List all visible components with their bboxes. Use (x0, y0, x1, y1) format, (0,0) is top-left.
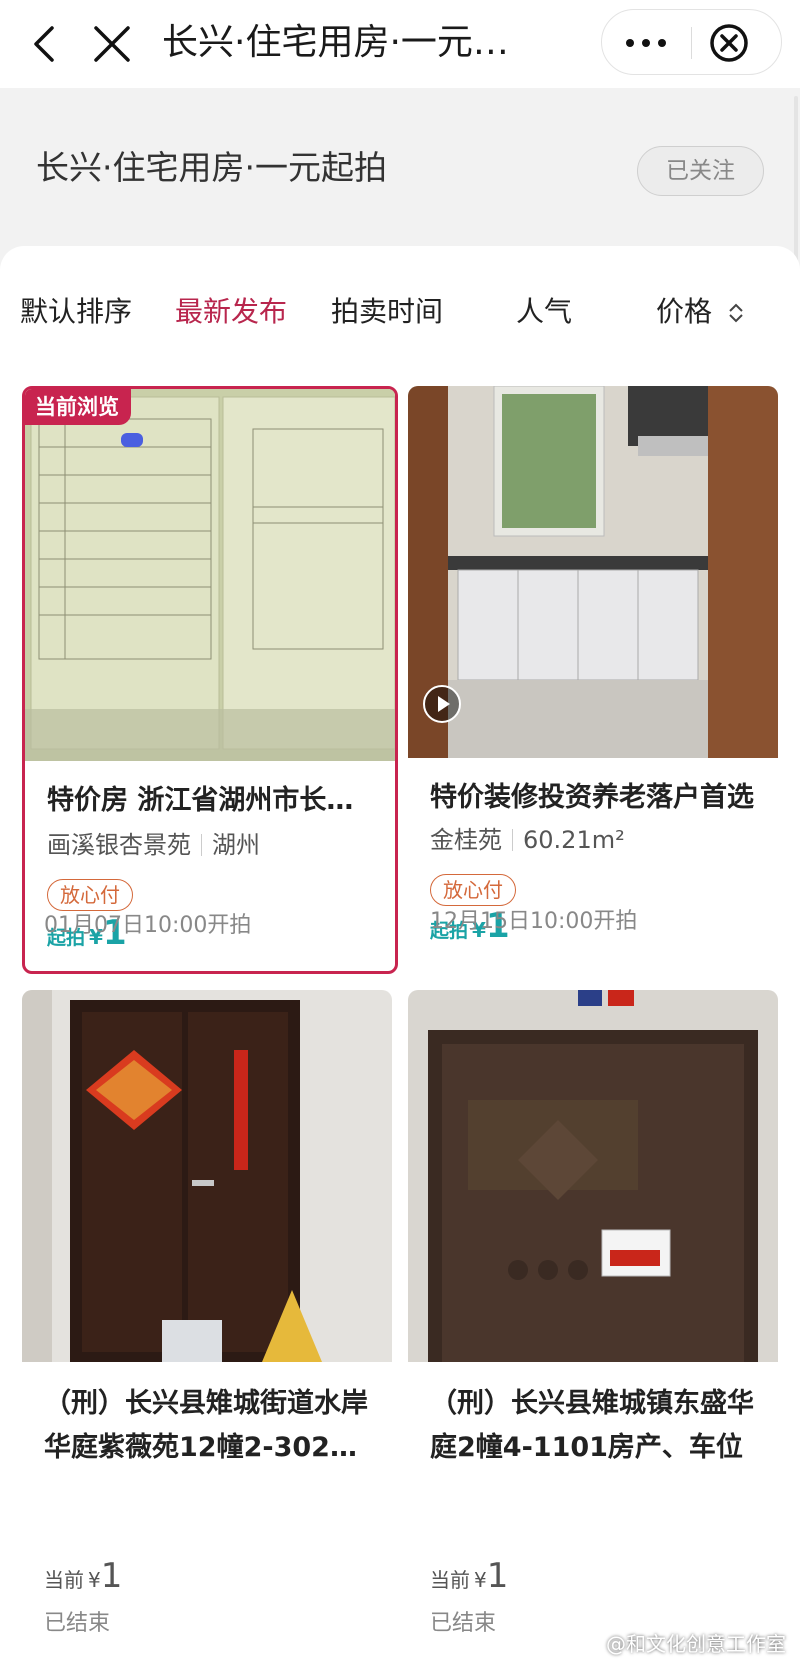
price-value: 1 (486, 1556, 509, 1596)
card-title-text: （刑）长兴县雉城镇东盛华庭2幢4-1101房产、车位 (430, 1388, 754, 1463)
watermark-text: @和文化创意工作室 (606, 1632, 786, 1656)
video-play-icon[interactable] (422, 684, 462, 724)
follow-button[interactable]: 已关注 (637, 146, 764, 196)
card-title: 特价房 浙江省湖州市长兴县画溪银杏景苑 (47, 785, 367, 816)
region-name: 湖州 (212, 831, 260, 859)
tab-price[interactable]: 价格 (656, 292, 745, 332)
safe-pay-tag: 放心付 (47, 879, 133, 911)
collection-header: 长兴·住宅用房·一元起拍 已关注 (0, 88, 800, 258)
listing-card[interactable]: 特价装修投资养老落户首选 金桂苑 60.21m² 放心付 起拍 ¥1 (408, 386, 778, 968)
listing-card[interactable]: （刑）长兴县雉城街道水岸华庭紫薇苑12幢2-302室房产 当前¥1 已结束 (22, 990, 392, 1667)
kitchen-photo (408, 386, 778, 758)
card-title: 特价装修投资养老落户首选 (430, 782, 754, 813)
auction-status: 已结束 (44, 1611, 111, 1636)
listing-panel: 默认排序 最新发布 拍卖时间 人气 价格 当前浏览 特价房 浙江省湖州市长兴 画… (0, 246, 800, 1667)
currency-symbol: ¥ (88, 1568, 101, 1592)
certificate-image (25, 389, 395, 761)
mini-program-capsule (601, 9, 782, 75)
tab-default-sort[interactable]: 默认排序 (20, 292, 132, 332)
tab-price-label: 价格 (656, 295, 713, 328)
listing-card[interactable]: 当前浏览 特价房 浙江省湖州市长兴县画 (22, 386, 398, 974)
current-viewing-badge: 当前浏览 (25, 389, 131, 425)
card-subtitle: 金桂苑 60.21m² (430, 822, 625, 858)
sealed-door-photo (408, 990, 778, 1362)
collection-title: 长兴·住宅用房·一元起拍 (36, 148, 387, 187)
safe-pay-tag: 放心付 (430, 874, 516, 906)
price-label: 当前 (430, 1568, 470, 1592)
card-title: （刑）长兴县雉城镇东盛华庭2幢4-1101房产、车位 (430, 1382, 760, 1474)
card-title: （刑）长兴县雉城街道水岸华庭紫薇苑12幢2-302室房产 (44, 1382, 374, 1474)
chevron-left-icon[interactable] (22, 20, 70, 68)
sort-bar: 默认排序 最新发布 拍卖时间 人气 价格 (0, 246, 800, 366)
door-image (408, 990, 778, 1362)
price-value: 1 (100, 1556, 123, 1596)
price-row: 当前 ¥1 (44, 1556, 122, 1596)
card-subtitle: 画溪银杏景苑 湖州 (47, 827, 260, 863)
auction-start-time: 12月15日10:00开拍 (430, 909, 638, 934)
kitchen-image (408, 386, 778, 758)
currency-symbol: ¥ (474, 1568, 487, 1592)
circle-close-icon[interactable] (708, 22, 750, 64)
price-row: 当前 ¥1 (430, 1556, 508, 1596)
community-name: 画溪银杏景苑 (47, 831, 191, 859)
property-certificate-photo (25, 389, 395, 761)
capsule-divider (691, 27, 692, 59)
auction-start-time: 01月07日10:00开拍 (44, 913, 252, 938)
tab-auction-time[interactable]: 拍卖时间 (331, 292, 443, 332)
listing-card[interactable]: （刑）长兴县雉城镇东盛华庭2幢4-1101房产、车位 当前 ¥1 已结束 (408, 990, 778, 1667)
door-image (22, 990, 392, 1362)
more-dots-icon[interactable] (602, 10, 690, 74)
sort-arrows-icon (729, 303, 743, 323)
top-nav-bar: 长兴·住宅用房·一元起拍 (0, 0, 800, 88)
divider (201, 834, 202, 856)
auction-status: 已结束 (430, 1611, 497, 1636)
apartment-door-photo (22, 990, 392, 1362)
area-value: 60.21m² (523, 826, 625, 854)
divider (512, 829, 513, 851)
community-name: 金桂苑 (430, 826, 502, 854)
tab-latest[interactable]: 最新发布 (175, 292, 287, 332)
price-label: 当前 (44, 1568, 84, 1592)
close-icon[interactable] (88, 20, 136, 68)
tab-popularity[interactable]: 人气 (516, 292, 572, 332)
page-title: 长兴·住宅用房·一元起拍 (162, 22, 532, 63)
card-title-text: （刑）长兴县雉城街道水岸华庭紫薇苑12幢2-302室房产 (44, 1388, 368, 1463)
